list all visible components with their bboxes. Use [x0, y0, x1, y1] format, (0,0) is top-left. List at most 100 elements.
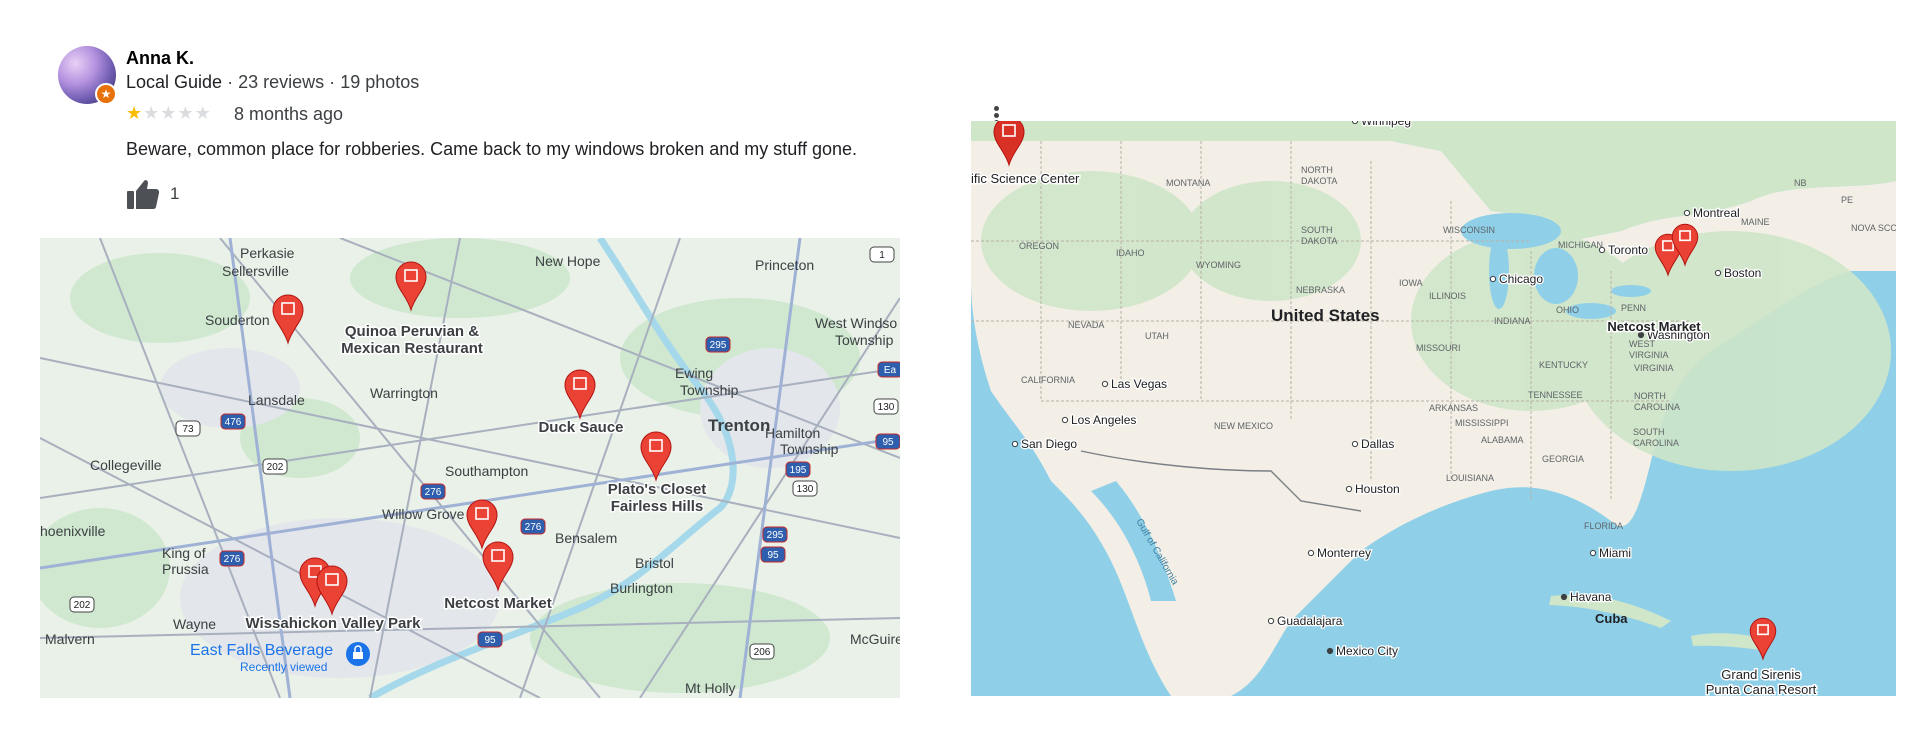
like-button[interactable]: 1: [126, 178, 179, 210]
star-rating: ★ ★ ★ ★ ★: [126, 103, 211, 123]
state-label: UTAH: [1145, 331, 1169, 341]
state-label: IOWA: [1399, 278, 1423, 288]
marker-label: Punta Cana Resort: [1706, 682, 1817, 696]
place-label: Collegeville: [90, 457, 162, 473]
meta-separator: ·: [227, 72, 234, 92]
state-label: MISSISSIPPI: [1455, 418, 1509, 428]
state-label: CAROLINA: [1633, 438, 1679, 448]
meta-separator: ·: [329, 72, 336, 92]
state-label: NORTH: [1301, 165, 1333, 175]
state-label: WYOMING: [1196, 260, 1241, 270]
city-label: Havana: [1570, 590, 1612, 604]
state-label: NEW MEXICO: [1214, 421, 1273, 431]
state-label: IDAHO: [1116, 248, 1145, 258]
marker-label: Fairless Hills: [611, 498, 704, 515]
state-label: CAROLINA: [1634, 402, 1680, 412]
place-label: Malvern: [45, 631, 95, 647]
marker-label: Netcost Market: [1607, 319, 1701, 334]
city-dot-icon: [1351, 121, 1359, 125]
city-dot-icon: [1714, 269, 1722, 277]
place-label: Township: [680, 382, 739, 398]
us-overview-map[interactable]: United States DAKOTA NORTH MONTANA DAKOTA SO…: [971, 121, 1896, 696]
place-label: West Windso: [815, 315, 897, 331]
city-label: San Diego: [1021, 437, 1077, 451]
marker-label: ific Science Center: [971, 171, 1080, 186]
state-label: DAKOTA: [1301, 176, 1337, 186]
place-label: Southampton: [445, 463, 528, 479]
place-label: Bensalem: [555, 530, 617, 546]
city-label: Toronto: [1608, 243, 1648, 257]
city-dot-icon: [1345, 485, 1353, 493]
highway-shield-label: 476: [225, 417, 242, 428]
star-icon: ★: [143, 103, 160, 123]
state-label: PE: [1841, 195, 1853, 205]
place-label: Trenton: [708, 416, 770, 435]
place-label: Hamilton: [765, 425, 820, 441]
cuba-label: Cuba: [1595, 611, 1628, 626]
highway-shield-label: 276: [224, 554, 241, 565]
state-label: MICHIGAN: [1558, 240, 1603, 250]
local-map-canvas[interactable]: Perkasie Sellersville New Hope Princeton Sou…: [40, 238, 900, 698]
place-label: King of: [162, 545, 206, 561]
state-label: DAKOTA: [1301, 236, 1337, 246]
state-label: MAINE: [1741, 217, 1770, 227]
city-dot-icon: [1351, 440, 1359, 448]
star-icon: ★: [177, 103, 194, 123]
place-label: Prussia: [162, 561, 209, 577]
city-dot-icon: [1011, 440, 1019, 448]
city-label: Las Vegas: [1111, 377, 1167, 391]
state-label: NEBRASKA: [1296, 285, 1345, 295]
recent-place-name[interactable]: East Falls Beverage: [190, 642, 333, 659]
city-dot-icon: [1326, 647, 1334, 655]
state-label: NOVA SCOTIA: [1851, 223, 1896, 233]
state-label: ILLINOIS: [1429, 291, 1466, 301]
state-label: WISCONSIN: [1443, 225, 1495, 235]
highway-shield-label: 202: [267, 462, 284, 473]
marker-label: Grand Sirenis: [1721, 667, 1801, 682]
thumbs-up-icon: [127, 180, 160, 209]
avatar[interactable]: ★: [58, 46, 117, 105]
state-label: OHIO: [1556, 305, 1579, 315]
local-area-map[interactable]: Perkasie Sellersville New Hope Princeton Sou…: [40, 238, 900, 698]
state-label: PENN: [1621, 303, 1646, 313]
highway-shield-label: 206: [754, 647, 771, 658]
star-icon: ★: [126, 103, 143, 123]
us-map-canvas[interactable]: United States DAKOTANORTHMONTANADAKOTASO…: [971, 121, 1896, 696]
city-label: Monterrey: [1317, 546, 1371, 560]
state-label: GEORGIA: [1542, 454, 1584, 464]
review-card: ★ Anna K. Local Guide · 23 reviews · 19 …: [58, 46, 999, 226]
place-label: Township: [780, 441, 839, 457]
highway-shield-label: 202: [74, 600, 91, 611]
country-label: United States: [1271, 306, 1380, 325]
marker-label: Netcost Market: [444, 595, 552, 612]
highway-shield-label: 276: [425, 487, 442, 498]
marker-label: Wissahickon Valley Park: [246, 615, 422, 632]
city-label: Guadalajara: [1277, 614, 1343, 628]
city-label: Los Angeles: [1071, 413, 1136, 427]
place-label: Perkasie: [240, 245, 295, 261]
place-label: Mt Holly: [685, 680, 736, 696]
state-label: NEVADA: [1068, 320, 1104, 330]
state-label: VIRGINIA: [1629, 350, 1669, 360]
highway-shield-label: 295: [710, 340, 727, 351]
star-icon: ★: [160, 103, 177, 123]
marker-label: Duck Sauce: [538, 419, 623, 436]
author-name[interactable]: Anna K.: [126, 48, 194, 69]
place-label: Souderton: [205, 312, 270, 328]
highway-shield-label: 195: [790, 465, 807, 476]
city-dot-icon: [1598, 246, 1606, 254]
highway-shield-label: 130: [797, 484, 814, 495]
state-label: NORTH: [1634, 391, 1666, 401]
city-label: Boston: [1724, 266, 1761, 280]
place-label: hoenixville: [40, 523, 106, 539]
state-label: MONTANA: [1166, 178, 1210, 188]
city-dot-icon: [1683, 209, 1691, 217]
highway-shield-label: 295: [767, 530, 784, 541]
place-label: Burlington: [610, 580, 673, 596]
place-label: Warrington: [370, 385, 438, 401]
highway-shield-label: Ea: [884, 365, 897, 376]
place-label: Wayne: [173, 616, 216, 632]
place-label: McGuire: [850, 631, 900, 647]
place-label: Ewing: [675, 365, 713, 381]
state-label: ARKANSAS: [1429, 403, 1478, 413]
